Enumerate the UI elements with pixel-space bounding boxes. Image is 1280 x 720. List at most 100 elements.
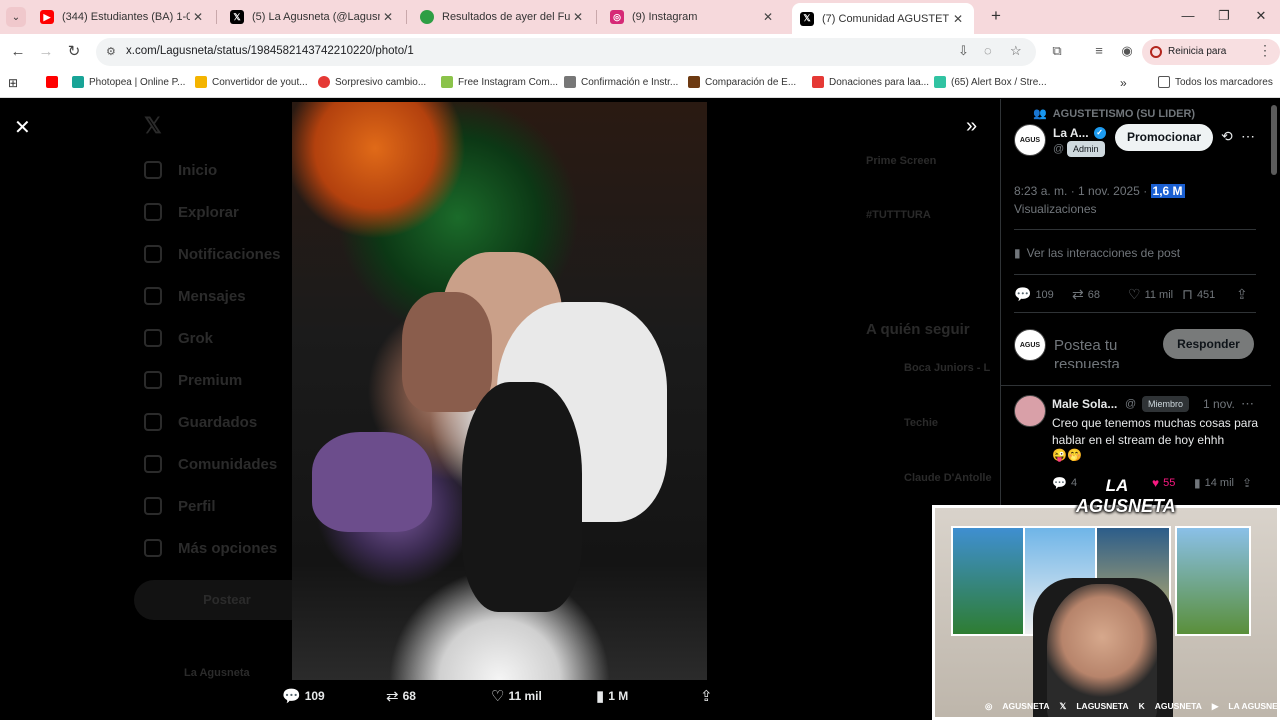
bookmark-donaciones[interactable]: Donaciones para laa... xyxy=(812,76,929,88)
media-controls-icon[interactable]: ≡ xyxy=(1090,43,1108,58)
tab-x-profile[interactable]: 𝕏 (5) La Agusneta (@Lagusneta) / ✕ xyxy=(222,3,404,31)
bookmark-sorpresivo[interactable]: Sorpresivo cambio... xyxy=(318,76,426,88)
close-icon[interactable]: ✕ xyxy=(14,115,31,140)
background-sidebar: 𝕏 Inicio Explorar Notificaciones Mensaje… xyxy=(130,99,320,720)
repost-button[interactable]: ⇄ 68 xyxy=(1072,286,1100,303)
bookmark-youtube[interactable] xyxy=(46,76,63,88)
eye-off-icon[interactable]: ◌ xyxy=(984,43,992,58)
install-app-icon[interactable]: ⇩ xyxy=(958,43,969,59)
youtube-icon xyxy=(46,76,58,88)
nav-label: Guardados xyxy=(178,413,258,431)
reply-input[interactable]: Postea tu respuesta xyxy=(1054,336,1154,368)
share-button[interactable]: ⇪ xyxy=(1236,286,1252,303)
back-button[interactable]: ← xyxy=(8,42,28,62)
poster-image xyxy=(951,526,1025,636)
community-label[interactable]: 👥 AGUSTETISMO (SU LIDER) xyxy=(1033,107,1195,121)
bookmark-star-icon[interactable]: ☆ xyxy=(1010,43,1022,59)
more-bookmarks-icon[interactable]: » xyxy=(1120,76,1127,90)
viewer-views-button[interactable]: ▮ 1 M xyxy=(596,687,628,705)
close-icon[interactable]: ✕ xyxy=(760,10,776,24)
close-icon[interactable]: ✕ xyxy=(190,10,206,24)
post-timestamp[interactable]: 8:23 a. m. · 1 nov. 2025 · 1,6 M xyxy=(1014,184,1185,198)
bookmark-instagram-com[interactable]: Free Instagram Com... xyxy=(441,76,558,88)
viewer-repost-button[interactable]: ⇄ 68 xyxy=(386,687,416,705)
reply-date[interactable]: 1 nov. xyxy=(1203,397,1235,411)
extensions-icon[interactable]: ⧉ xyxy=(1048,43,1066,59)
divider xyxy=(1014,312,1256,313)
bookmark-label: Convertidor de yout... xyxy=(212,76,308,88)
bookmark-confirmacion[interactable]: Confirmación e Instr... xyxy=(564,76,678,88)
views-label: Visualizaciones xyxy=(1014,202,1097,216)
window-close-button[interactable]: ✕ xyxy=(1251,8,1271,24)
url-text[interactable]: x.com/Lagusneta/status/19845821437422102… xyxy=(126,45,414,57)
profile-icon[interactable]: ◉ xyxy=(1118,43,1136,59)
divider xyxy=(1001,385,1271,386)
grok-icon[interactable]: ⟲ xyxy=(1221,128,1233,145)
tab-search-button[interactable]: ⌄ xyxy=(6,7,26,27)
x-icon: 𝕏 xyxy=(1059,700,1067,711)
reply-submit-button[interactable]: Responder xyxy=(1163,329,1254,359)
tab-title: Resultados de ayer del Futbol A xyxy=(442,11,570,23)
nav-label: Notificaciones xyxy=(178,245,281,263)
tab-youtube[interactable]: ▶ (344) Estudiantes (BA) 1-0 Trista ✕ xyxy=(32,3,214,31)
home-icon xyxy=(144,161,162,179)
reply-author-handle[interactable]: @ xyxy=(1125,398,1136,410)
post-interactions-link[interactable]: ▮ Ver las interacciones de post xyxy=(1014,246,1180,260)
bookmark-alertbox[interactable]: (65) Alert Box / Stre... xyxy=(934,76,1047,88)
author-handle[interactable]: @ xyxy=(1053,143,1064,155)
people-icon xyxy=(144,455,162,473)
share-icon: ⇪ xyxy=(1242,476,1253,490)
news-icon xyxy=(318,76,330,88)
social-handles: ◎ AGUSNETA 𝕏 LAGUSNETA K AGUSNETA ▶ LA A… xyxy=(985,694,1277,717)
repost-icon: ⇄ xyxy=(386,688,399,705)
bookmark-label: Donaciones para laa... xyxy=(829,76,930,88)
close-icon[interactable]: ✕ xyxy=(570,10,586,24)
more-options-icon[interactable]: ⋯ xyxy=(1241,396,1254,412)
nav-label: Grok xyxy=(178,329,214,347)
new-tab-button[interactable]: + xyxy=(986,6,1006,26)
viewer-like-button[interactable]: ♡ 11 mil xyxy=(491,687,542,705)
restore-button[interactable]: ❐ xyxy=(1214,8,1234,24)
poster-image xyxy=(1175,526,1251,636)
reply-avatar[interactable] xyxy=(1014,395,1046,427)
reply-button[interactable]: 💬 109 xyxy=(1014,286,1054,303)
bookmark-convertidor[interactable]: Convertidor de yout... xyxy=(195,76,308,88)
close-icon[interactable]: ✕ xyxy=(380,10,396,24)
nav-notificaciones: Notificaciones xyxy=(144,245,281,263)
tab-futbol[interactable]: Resultados de ayer del Futbol A ✕ xyxy=(412,3,594,31)
reply-reply-button[interactable]: 💬 4 xyxy=(1052,476,1077,490)
forward-button[interactable]: → xyxy=(36,42,56,62)
all-bookmarks[interactable]: Todos los marcadores xyxy=(1158,76,1273,88)
site-info-icon[interactable]: ⚙ xyxy=(106,45,116,58)
viewer-reply-button[interactable]: 💬 109 xyxy=(282,687,325,705)
people-icon: 👥 xyxy=(1033,108,1047,120)
reply-emoji: 😜🤭 xyxy=(1052,448,1082,462)
browser-menu-icon[interactable]: ⋮ xyxy=(1258,42,1272,59)
close-icon[interactable]: ✕ xyxy=(950,12,966,26)
author-avatar[interactable]: AGUS xyxy=(1014,124,1046,156)
viewer-share-button[interactable]: ⇪ xyxy=(700,687,717,705)
reply-share-button[interactable]: ⇪ xyxy=(1242,476,1256,490)
minimize-button[interactable]: — xyxy=(1178,8,1198,23)
post-photo[interactable] xyxy=(292,102,707,680)
panel-scrollbar[interactable] xyxy=(1271,105,1277,175)
like-button[interactable]: ♡ 11 mil xyxy=(1128,286,1173,303)
search-icon xyxy=(144,203,162,221)
apps-icon[interactable]: ⊞ xyxy=(8,76,18,90)
tab-comunidad-active[interactable]: 𝕏 (7) Comunidad AGUSTETISMO ( ✕ xyxy=(792,3,974,34)
logo-line: LA xyxy=(1105,476,1129,495)
promote-button[interactable]: Promocionar xyxy=(1115,124,1213,151)
post-views-count: 1,6 M xyxy=(1150,184,1185,198)
tab-instagram[interactable]: ◎ (9) Instagram ✕ xyxy=(602,3,784,31)
more-options-icon[interactable]: ⋯ xyxy=(1241,128,1255,145)
bookmark-photopea[interactable]: Photopea | Online P... xyxy=(72,76,185,88)
author-name[interactable]: La A... ✓ xyxy=(1053,126,1106,140)
reply-views-button[interactable]: ▮ 14 mil xyxy=(1194,476,1234,490)
bookmark-comparacion[interactable]: Comparación de E... xyxy=(688,76,796,88)
reload-button[interactable]: ↻ xyxy=(64,42,84,62)
reply-author-name[interactable]: Male Sola... xyxy=(1052,397,1117,411)
bookmark-button[interactable]: ⊓ 451 xyxy=(1182,286,1215,303)
collapse-panel-icon[interactable]: » xyxy=(966,115,977,138)
address-bar[interactable]: ⚙ x.com/Lagusneta/status/198458214374221… xyxy=(96,38,1036,66)
site-icon xyxy=(688,76,700,88)
